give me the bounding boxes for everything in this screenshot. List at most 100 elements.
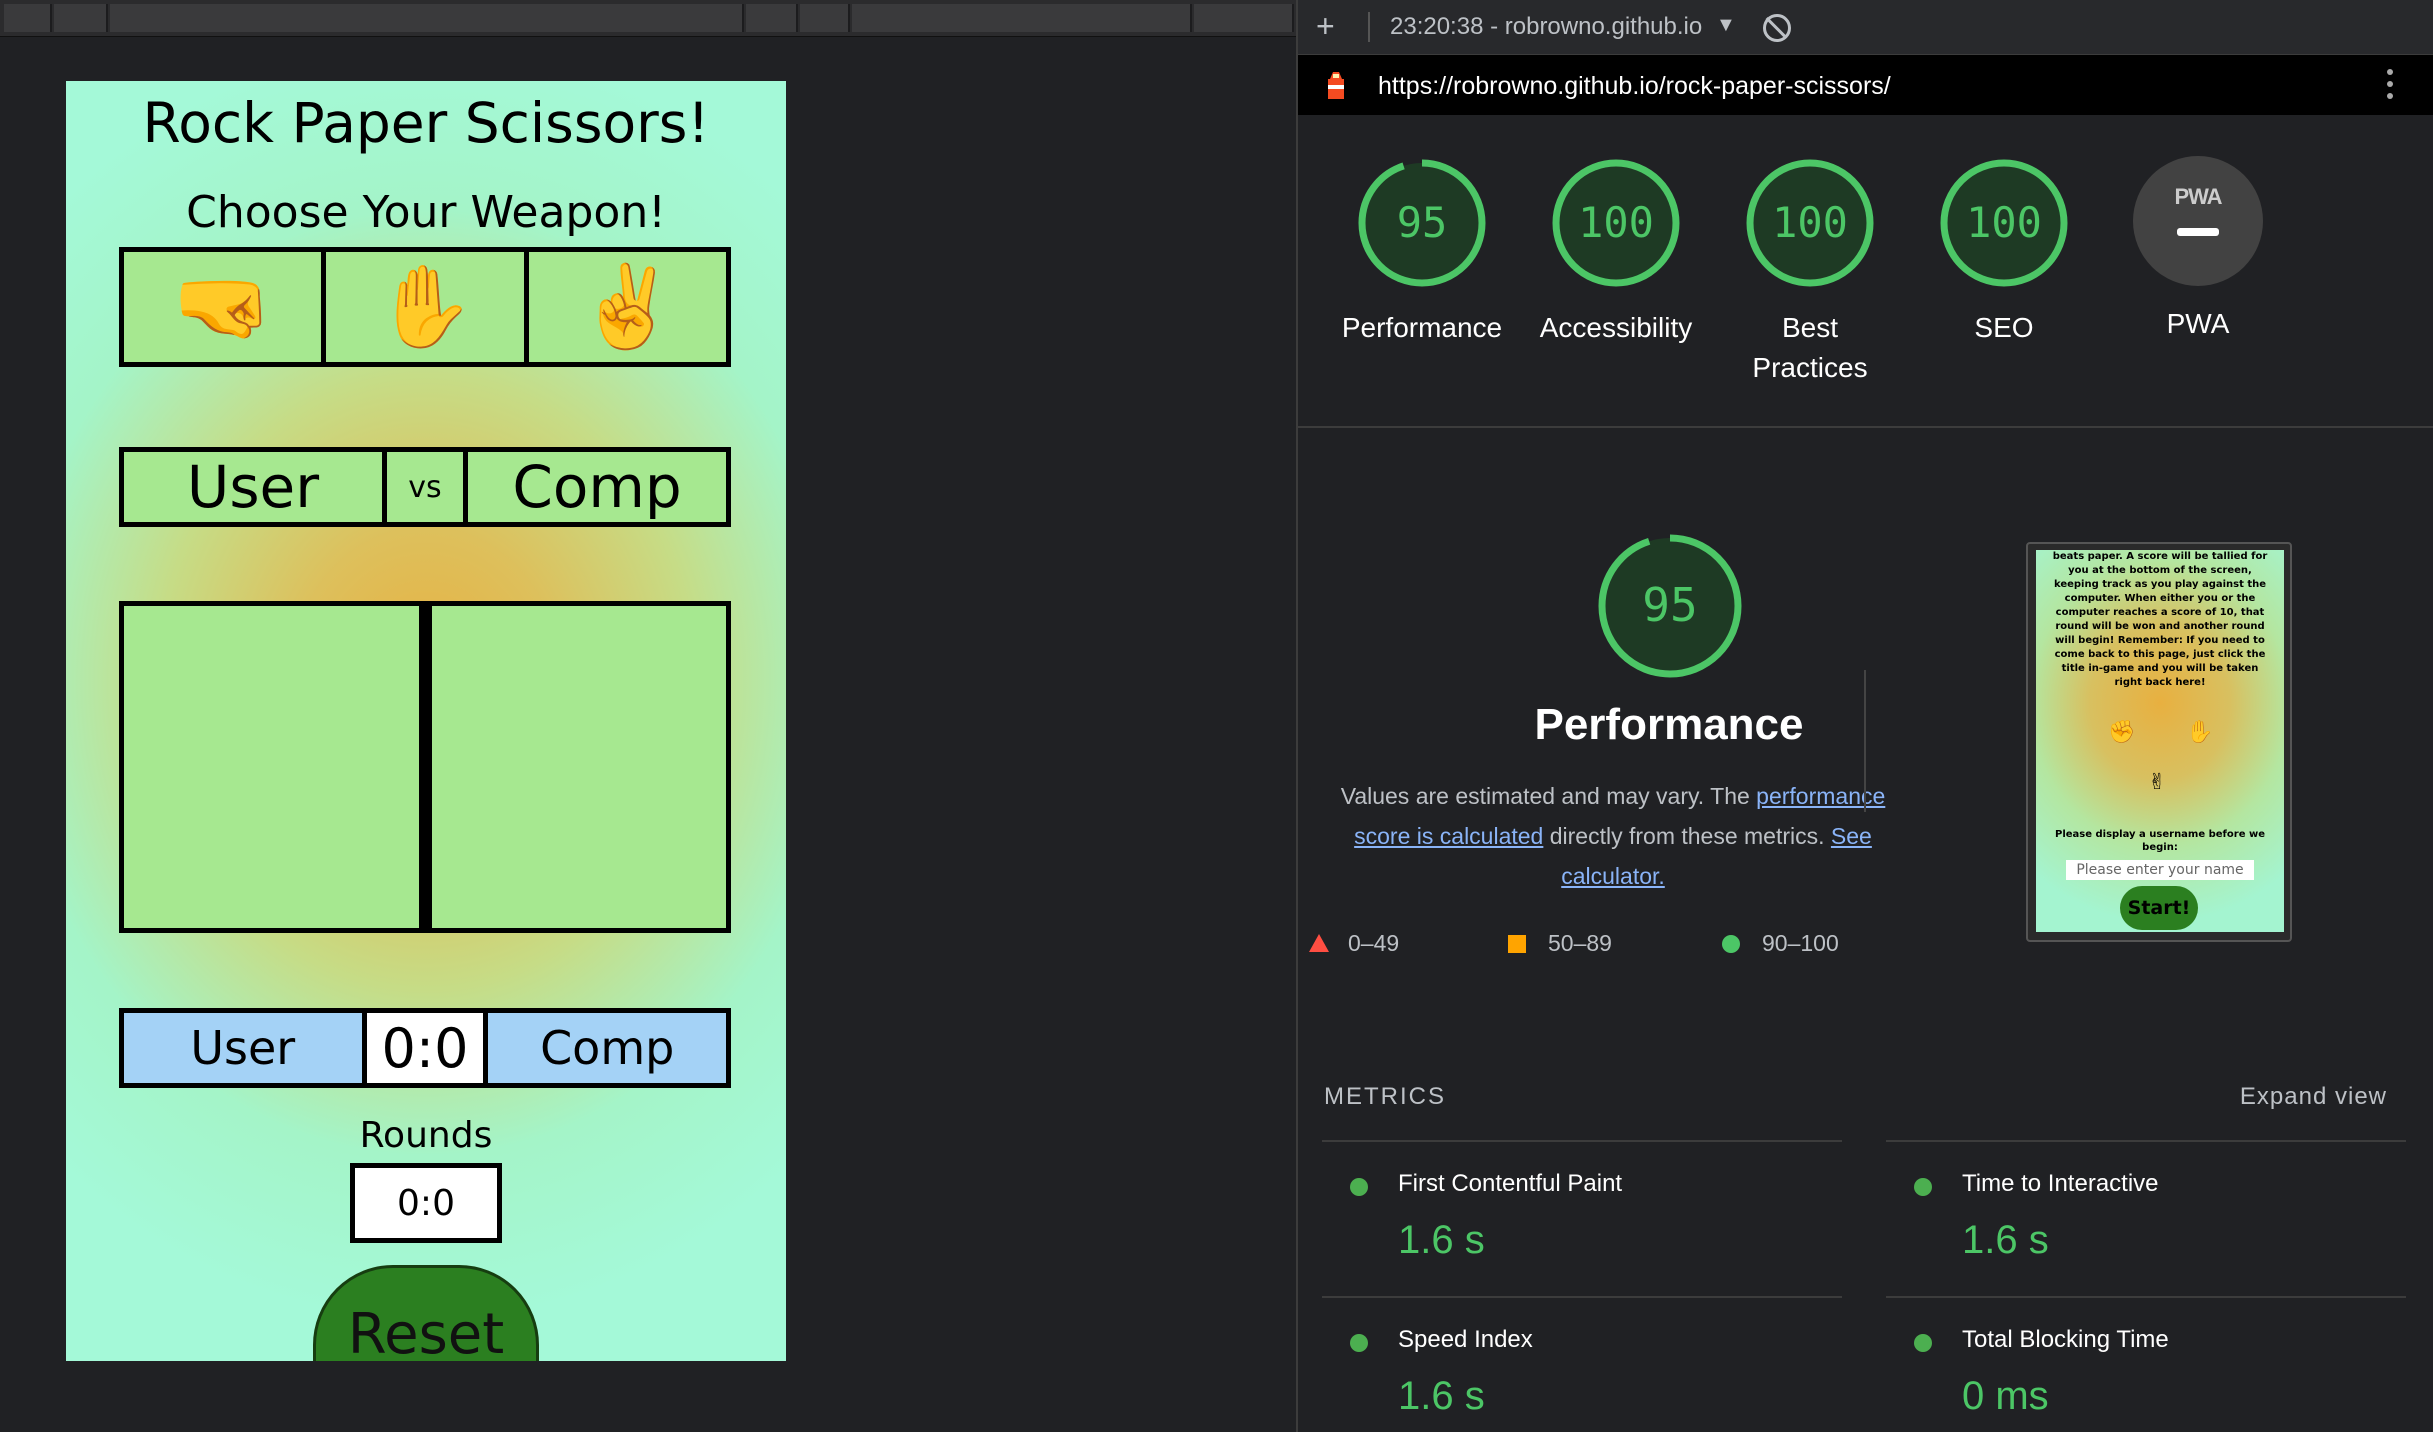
red-triangle-icon xyxy=(1309,934,1329,952)
score-row: User 0:0 Comp xyxy=(119,1008,731,1088)
paper-hand-icon: ✋ xyxy=(2186,720,2214,745)
lighthouse-icon xyxy=(1328,72,1344,99)
game-title[interactable]: Rock Paper Scissors! xyxy=(66,91,786,155)
versus-label: vs xyxy=(382,447,468,527)
rounds-label: Rounds xyxy=(359,1115,493,1156)
performance-description: Values are estimated and may vary. The p… xyxy=(1328,776,1898,896)
rock-button[interactable]: 🤜 xyxy=(119,247,327,367)
screenshot-start-button: Start! xyxy=(2120,886,2198,930)
gauge-label: SEO xyxy=(1974,312,2034,343)
versus-row: User vs Comp xyxy=(119,447,731,527)
game-viewport: Rock Paper Scissors! Choose Your Weapon!… xyxy=(66,81,786,1361)
lighthouse-panel: + 23:20:38 - robrowno.github.io ▼ https:… xyxy=(1296,0,2433,1432)
gauge-label: Performance xyxy=(1341,312,1503,343)
screenshot-prompt: Please display a username before we begi… xyxy=(2054,829,2265,853)
toolbar-segment[interactable] xyxy=(800,4,850,32)
rock-hand-icon: ✊ xyxy=(2108,720,2136,745)
legend-range: 50–89 xyxy=(1548,930,1612,956)
new-report-icon[interactable]: + xyxy=(1316,8,1335,45)
gauge-ring: 100 xyxy=(1552,159,1680,287)
gauge-score: 100 xyxy=(1772,198,1848,247)
gauge-ring: 100 xyxy=(1940,159,2068,287)
toolbar-divider xyxy=(1368,12,1370,42)
gauge-seo[interactable]: 100 SEO xyxy=(1904,156,2104,348)
metric-first-contentful-paint: First Contentful Paint 1.6 s xyxy=(1322,1140,1842,1262)
reset-button[interactable]: Reset xyxy=(313,1265,539,1361)
versus-comp-label: Comp xyxy=(463,447,731,527)
performance-score: 95 xyxy=(1642,578,1697,632)
pwa-badge-text: PWA xyxy=(2174,184,2222,209)
pwa-badge-icon: PWA xyxy=(2133,156,2263,286)
metric-value: 1.6 s xyxy=(1962,1218,2049,1262)
metric-divider xyxy=(1322,1140,1842,1142)
clear-icon[interactable] xyxy=(1763,14,1791,42)
metric-name: Time to Interactive xyxy=(1962,1170,2159,1197)
gauge-score: 100 xyxy=(1966,198,2042,247)
toolbar-segment[interactable] xyxy=(54,4,108,32)
final-screenshot: beats paper. A score will be tallied for… xyxy=(2026,542,2292,942)
screenshot-content: beats paper. A score will be tallied for… xyxy=(2036,550,2284,932)
toolbar-segment[interactable] xyxy=(110,4,744,32)
gauge-pwa[interactable]: PWA PWA xyxy=(2098,156,2298,344)
metric-divider xyxy=(1886,1140,2406,1142)
metric-time-to-interactive: Time to Interactive 1.6 s xyxy=(1886,1140,2406,1262)
performance-gauge: 95 xyxy=(1498,532,1842,685)
legend-pass: 90–100 xyxy=(1722,930,1839,957)
score-value: 0:0 xyxy=(361,1008,489,1088)
section-divider xyxy=(1298,426,2433,428)
more-options-icon[interactable] xyxy=(2387,69,2393,105)
report-url[interactable]: https://robrowno.github.io/rock-paper-sc… xyxy=(1378,72,1891,101)
user-choice-panel xyxy=(119,601,424,933)
screenshot-name-input: Please enter your name xyxy=(2066,860,2254,880)
metric-name: Total Blocking Time xyxy=(1962,1326,2169,1353)
rounds-value: 0:0 xyxy=(350,1163,502,1243)
metric-name: Speed Index xyxy=(1398,1326,1533,1353)
url-bar: https://robrowno.github.io/rock-paper-sc… xyxy=(1298,55,2433,115)
expand-view-button[interactable]: Expand view xyxy=(2240,1083,2387,1111)
lighthouse-toolbar: + 23:20:38 - robrowno.github.io ▼ xyxy=(1298,0,2433,55)
toolbar-segment[interactable] xyxy=(1194,4,1294,32)
gauge-score: 95 xyxy=(1397,198,1448,247)
gauge-ring: 95 xyxy=(1358,159,1486,287)
legend-range: 90–100 xyxy=(1762,930,1839,956)
legend-range: 0–49 xyxy=(1348,930,1400,956)
metric-name: First Contentful Paint xyxy=(1398,1170,1623,1197)
description-text: Values are estimated and may vary. The xyxy=(1340,783,1750,809)
device-toolbar xyxy=(0,0,1296,37)
green-circle-icon xyxy=(1722,935,1740,953)
paper-button[interactable]: ✋ xyxy=(321,247,529,367)
gauge-label: Best Practices xyxy=(1752,312,1868,383)
gauge-label: Accessibility xyxy=(1539,312,1693,343)
metric-value: 1.6 s xyxy=(1398,1218,1485,1262)
game-subtitle: Choose Your Weapon! xyxy=(186,187,666,238)
performance-title: Performance xyxy=(1534,700,1804,749)
chevron-down-icon[interactable]: ▼ xyxy=(1716,14,1736,37)
toolbar-segment[interactable] xyxy=(746,4,798,32)
scissors-button[interactable]: ✌️ xyxy=(523,247,731,367)
gauge-score: 100 xyxy=(1578,198,1654,247)
performance-ring: 95 xyxy=(1598,534,1742,678)
weapon-choices: 🤜 ✋ ✌️ xyxy=(119,247,731,367)
gauge-best-practices[interactable]: 100 Best Practices xyxy=(1710,156,1910,388)
metric-divider xyxy=(1886,1296,2406,1298)
toolbar-segment[interactable] xyxy=(852,4,1192,32)
metric-divider xyxy=(1322,1296,1842,1298)
toolbar-segment[interactable] xyxy=(4,4,52,32)
choice-panels xyxy=(119,601,731,933)
comp-choice-panel xyxy=(422,601,731,933)
green-circle-icon xyxy=(1350,1334,1368,1352)
orange-square-icon xyxy=(1508,935,1526,953)
metric-total-blocking-time: Total Blocking Time 0 ms xyxy=(1886,1296,2406,1418)
legend-average: 50–89 xyxy=(1508,930,1612,957)
versus-user-label: User xyxy=(119,447,387,527)
green-circle-icon xyxy=(1914,1178,1932,1196)
screenshot-hands: ✊ ✋ ✌ xyxy=(2036,720,2284,800)
report-selector[interactable]: 23:20:38 - robrowno.github.io xyxy=(1390,13,1702,41)
score-comp-label: Comp xyxy=(483,1008,731,1088)
green-circle-icon xyxy=(1350,1178,1368,1196)
vertical-divider xyxy=(1864,670,1866,812)
metric-value: 1.6 s xyxy=(1398,1374,1485,1418)
gauge-label: PWA xyxy=(2166,308,2230,339)
gauge-accessibility[interactable]: 100 Accessibility xyxy=(1516,156,1716,348)
gauge-performance[interactable]: 95 Performance xyxy=(1322,156,1522,348)
